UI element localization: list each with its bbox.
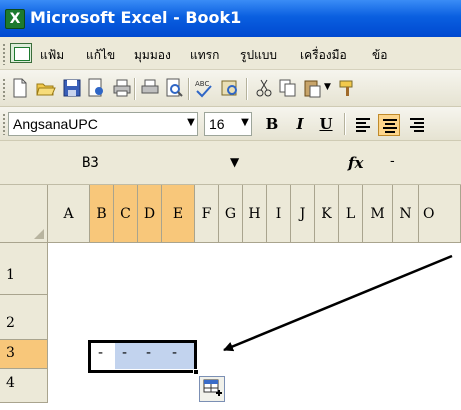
toolbar-separator bbox=[344, 113, 345, 135]
menu-file[interactable]: แฟ้ม bbox=[40, 46, 64, 65]
menu-format[interactable]: รูปแบบ bbox=[240, 46, 277, 65]
svg-text:ABC: ABC bbox=[195, 80, 209, 88]
menu-data[interactable]: ข้อ bbox=[372, 46, 387, 65]
workbook-icon[interactable] bbox=[10, 43, 32, 63]
menu-tools[interactable]: เครื่องมือ bbox=[300, 46, 347, 65]
underline-button[interactable]: U bbox=[316, 114, 336, 134]
permission-icon[interactable] bbox=[86, 78, 106, 98]
open-icon[interactable] bbox=[36, 78, 56, 98]
window-title: Microsoft Excel - Book1 bbox=[30, 8, 242, 27]
research-icon[interactable] bbox=[220, 78, 240, 98]
font-name-dropdown-icon[interactable]: ▼ bbox=[184, 114, 198, 132]
toolbar-grip-handle[interactable] bbox=[2, 78, 6, 100]
paste-icon[interactable] bbox=[302, 78, 322, 98]
print-preview-icon[interactable] bbox=[164, 78, 184, 98]
format-painter-icon[interactable] bbox=[338, 78, 358, 98]
bold-button[interactable]: B bbox=[262, 114, 282, 134]
insert-function-icon[interactable]: fx bbox=[348, 154, 363, 172]
align-right-icon[interactable] bbox=[406, 114, 428, 136]
font-name-select[interactable]: AngsanaUPC bbox=[8, 112, 198, 136]
menu-view[interactable]: มุมมอง bbox=[134, 46, 171, 65]
new-icon[interactable] bbox=[10, 78, 30, 98]
menu-grip-handle[interactable] bbox=[2, 43, 6, 65]
title-bar[interactable]: X Microsoft Excel - Book1 bbox=[0, 0, 461, 37]
save-icon[interactable] bbox=[62, 78, 82, 98]
copy-icon[interactable] bbox=[278, 78, 298, 98]
menu-edit[interactable]: แก้ไข bbox=[86, 46, 115, 65]
spelling-icon[interactable]: ABC bbox=[194, 78, 214, 98]
toolbar-separator bbox=[188, 78, 189, 100]
print-icon[interactable] bbox=[112, 78, 132, 98]
toolbar-separator bbox=[134, 78, 135, 100]
menu-bar: แฟ้ม แก้ไข มุมมอง แทรก รูปแบบ เครื่องมือ… bbox=[0, 37, 461, 70]
name-box[interactable]: B3 bbox=[6, 149, 226, 177]
toolbar-separator bbox=[246, 78, 247, 100]
formula-bar: B3 ▼ fx - bbox=[0, 141, 461, 185]
align-center-icon[interactable] bbox=[378, 114, 400, 136]
worksheet-grid[interactable]: A B C D E F G H I J K L M N O 1 2 3 4 - … bbox=[0, 185, 461, 410]
name-box-dropdown-icon[interactable]: ▼ bbox=[230, 155, 239, 169]
menu-insert[interactable]: แทรก bbox=[190, 46, 219, 65]
formula-input[interactable]: - bbox=[390, 154, 395, 169]
font-size-dropdown-icon[interactable]: ▼ bbox=[238, 114, 252, 132]
align-left-icon[interactable] bbox=[352, 114, 374, 136]
formatting-toolbar: AngsanaUPC ▼ 16 ▼ B I U bbox=[0, 107, 461, 141]
paste-dropdown-icon[interactable]: ▼ bbox=[324, 82, 331, 92]
standard-toolbar: ABC ▼ bbox=[0, 70, 461, 107]
toolbar-grip-handle[interactable] bbox=[2, 113, 6, 135]
print-icon[interactable] bbox=[140, 78, 160, 98]
italic-button[interactable]: I bbox=[290, 114, 310, 134]
callout-arrow-icon bbox=[223, 254, 453, 352]
cut-icon[interactable] bbox=[254, 78, 274, 98]
excel-app-icon[interactable]: X bbox=[5, 9, 25, 29]
